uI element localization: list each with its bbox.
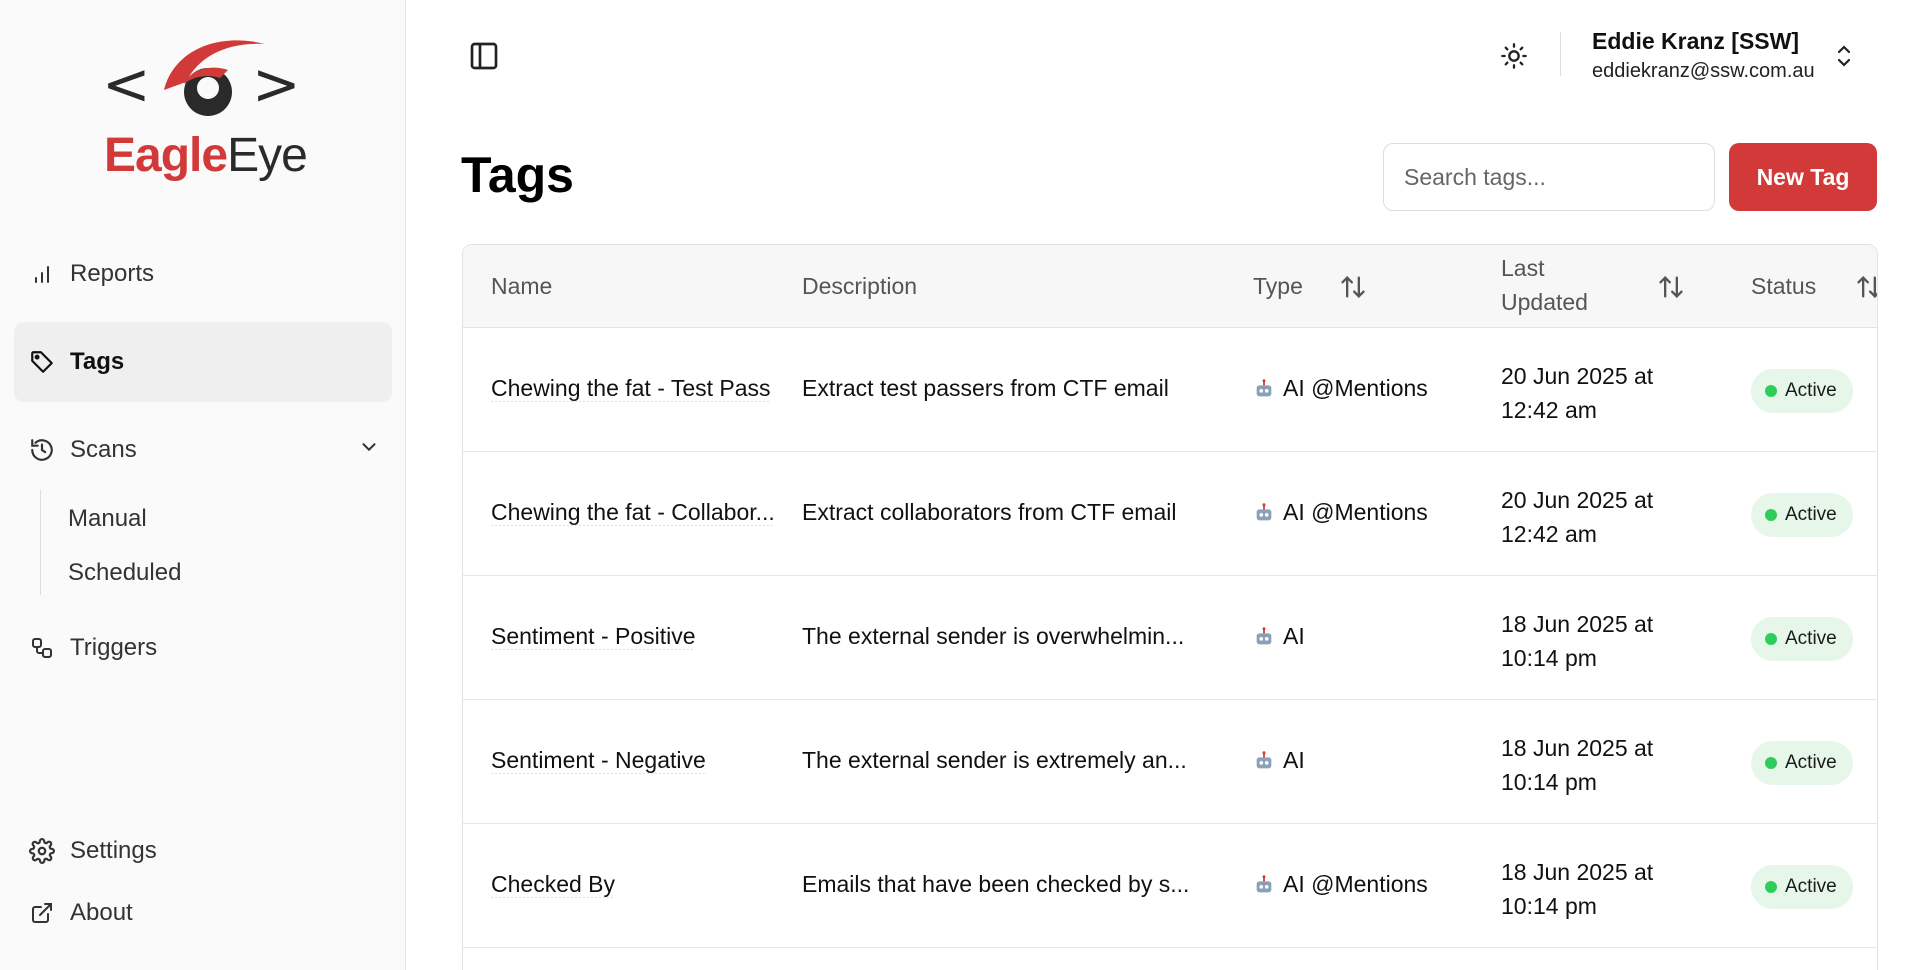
logo-left-bracket: < (102, 50, 151, 118)
sidebar-subitem-manual[interactable]: Manual (68, 505, 147, 533)
workflow-icon (28, 634, 56, 662)
theme-toggle-button[interactable] (1496, 38, 1532, 74)
last-updated: 20 Jun 2025 at 12:42 am (1501, 487, 1654, 547)
column-header-status[interactable]: Status (1751, 273, 1816, 300)
sidebar-item-label: Settings (70, 837, 157, 864)
sort-icon[interactable] (1657, 273, 1685, 301)
status-badge: Active (1751, 617, 1853, 661)
chevron-down-icon[interactable] (358, 436, 380, 465)
table-row[interactable]: Checked By Emails that have been checked… (463, 825, 1877, 948)
tag-name-link[interactable]: Chewing the fat - Test Pass (491, 375, 781, 402)
sidebar-item-label: Scans (70, 436, 137, 463)
tag-type: AI @Mentions (1253, 499, 1428, 526)
tag-name-link[interactable]: Chewing the fat - Collabor... (491, 499, 781, 526)
tag-description: Extract collaborators from CTF email (802, 499, 1177, 525)
sidebar-item-label: About (70, 899, 133, 926)
tag-type: AI @Mentions (1253, 871, 1428, 898)
submenu-divider (40, 490, 41, 595)
user-menu-button[interactable] (1832, 40, 1856, 72)
status-badge: Active (1751, 865, 1853, 909)
sidebar-item-label: Tags (70, 348, 125, 375)
tag-description: The external sender is overwhelmin... (802, 623, 1185, 649)
tag-name-link[interactable]: Sentiment - Positive (491, 623, 781, 650)
table-row[interactable]: Sentiment - Positive The external sender… (463, 577, 1877, 700)
bar-chart-icon (28, 260, 56, 288)
sidebar-item-about[interactable]: About (14, 873, 392, 953)
sidebar-item-reports[interactable]: Reports (14, 234, 392, 314)
column-header-description: Description (802, 273, 918, 299)
sidebar-item-scans[interactable]: Scans (14, 410, 392, 490)
last-updated: 20 Jun 2025 at 12:42 am (1501, 363, 1654, 423)
table-header: Name Description Type Last Updated Statu… (463, 245, 1877, 328)
table-row[interactable]: Chewing the fat - Collabor... Extract co… (463, 453, 1877, 576)
chevrons-up-down-icon (1837, 45, 1851, 67)
sort-icon[interactable] (1855, 273, 1878, 301)
page-title: Tags (461, 147, 574, 203)
tag-description: Extract test passers from CTF email (802, 375, 1169, 401)
robot-icon (1256, 378, 1272, 396)
panel-left-icon (470, 42, 498, 70)
column-header-name: Name (491, 273, 553, 299)
user-email[interactable]: eddiekranz@ssw.com.au (1592, 60, 1815, 83)
status-dot (1765, 757, 1777, 769)
status-badge: Active (1751, 741, 1853, 785)
last-updated: 18 Jun 2025 at 10:14 pm (1501, 735, 1654, 795)
robot-icon (1256, 750, 1272, 768)
sidebar-item-label: Triggers (70, 634, 158, 661)
robot-icon (1256, 874, 1272, 892)
robot-icon (1256, 502, 1272, 520)
status-dot (1765, 633, 1777, 645)
sidebar-toggle-button[interactable] (468, 40, 500, 72)
status-dot (1765, 509, 1777, 521)
status-badge: Active (1751, 493, 1853, 537)
tag-description: Emails that have been checked by s... (802, 871, 1190, 897)
sort-icon[interactable] (1339, 273, 1367, 301)
tag-name-link[interactable]: Sentiment - Negative (491, 747, 781, 774)
search-input[interactable] (1383, 143, 1715, 211)
status-dot (1765, 385, 1777, 397)
column-header-updated[interactable]: Updated (1501, 289, 1588, 316)
gear-icon (28, 837, 56, 865)
sidebar-subitem-scheduled[interactable]: Scheduled (68, 559, 181, 587)
sidebar-item-label: Reports (70, 260, 155, 287)
column-header-type[interactable]: Type (1253, 273, 1303, 300)
column-header-last[interactable]: Last (1501, 255, 1544, 282)
logo-wordmark: EagleEye (104, 129, 308, 182)
status-badge: Active (1751, 369, 1853, 413)
sidebar: < > EagleEye Reports Tags Scans Manual S… (0, 0, 406, 970)
last-updated: 18 Jun 2025 at 10:14 pm (1501, 611, 1654, 671)
status-dot (1765, 881, 1777, 893)
header-divider (1560, 32, 1561, 76)
external-link-icon (28, 899, 56, 927)
tag-description: The external sender is extremely an... (802, 747, 1187, 773)
robot-icon (1256, 626, 1272, 644)
tag-name-link[interactable]: Checked By (491, 871, 781, 898)
new-tag-button[interactable]: New Tag (1729, 143, 1877, 211)
tag-type: AI @Mentions (1253, 375, 1428, 402)
tag-type: AI (1253, 623, 1305, 650)
sun-icon (1501, 43, 1527, 69)
logo-right-bracket: > (252, 50, 301, 118)
table-row[interactable]: Chewing the fat - Test Pass Extract test… (463, 329, 1877, 452)
tag-type: AI (1253, 747, 1305, 774)
last-updated: 18 Jun 2025 at 10:14 pm (1501, 859, 1654, 919)
sidebar-item-triggers[interactable]: Triggers (14, 608, 392, 688)
tags-table: Name Description Type Last Updated Statu… (462, 244, 1878, 970)
sidebar-item-tags[interactable]: Tags (14, 322, 392, 402)
user-name[interactable]: Eddie Kranz [SSW] (1592, 28, 1799, 55)
tag-icon (28, 348, 56, 376)
table-row[interactable]: Sentiment - Negative The external sender… (463, 701, 1877, 824)
history-icon (28, 436, 56, 464)
